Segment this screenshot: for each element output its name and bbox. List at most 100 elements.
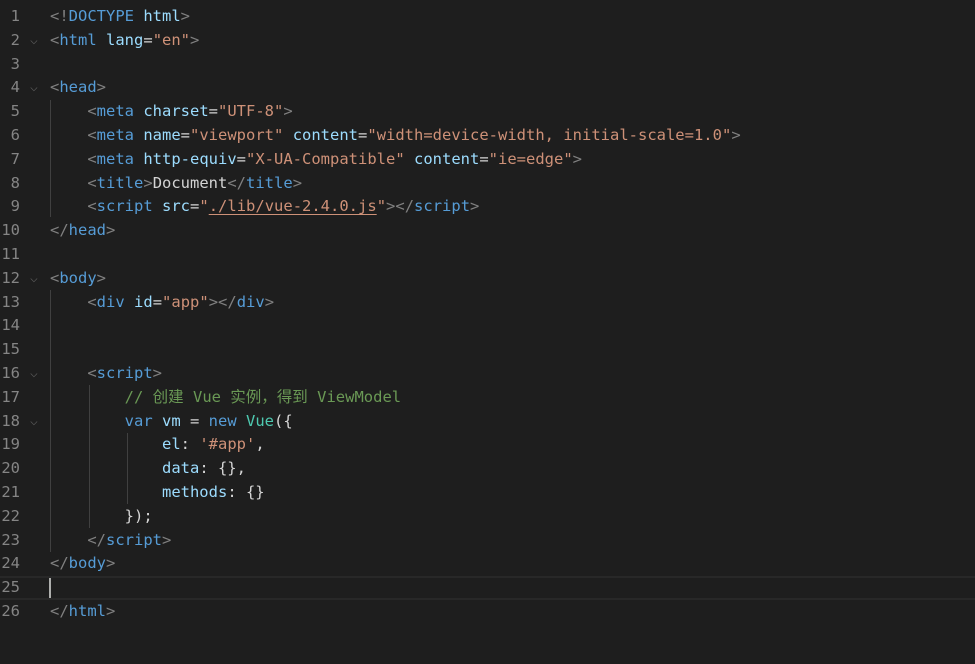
fold-chevron-icon[interactable]: ⌵ — [30, 362, 44, 386]
code-token: }); — [50, 506, 153, 525]
code-token: "width=device-width, initial-scale=1.0" — [367, 126, 732, 144]
code-token: > — [96, 268, 107, 287]
line-number: 4 — [10, 78, 20, 97]
code-token: body — [68, 554, 106, 573]
code-token: " — [376, 197, 387, 216]
code-token: title — [246, 173, 293, 192]
line-number: 14 — [1, 316, 20, 335]
line-number: 23 — [1, 530, 20, 549]
code-token: , — [255, 435, 265, 454]
code-line[interactable]: 7 <meta http-equiv="X-UA-Compatible" con… — [0, 148, 975, 172]
code-line[interactable]: 24 </body> — [0, 552, 975, 576]
code-token: < — [87, 149, 97, 168]
code-token: = — [180, 411, 209, 430]
indent-guide — [50, 290, 51, 552]
code-token: < — [87, 126, 97, 144]
code-token: title — [96, 173, 144, 192]
code-line[interactable]: 6 <meta name="viewport" content="width=d… — [0, 124, 975, 148]
code-line[interactable]: 8 <title>Document</title> — [0, 172, 975, 196]
code-line[interactable]: 16 ⌵ <script> — [0, 362, 975, 386]
code-token: el — [161, 435, 181, 454]
code-text: el: '#app', — [50, 433, 265, 457]
code-token: </ — [87, 530, 106, 549]
code-line[interactable]: 10 </head> — [0, 219, 975, 243]
code-line[interactable]: 26 </html> — [0, 600, 975, 624]
code-token: > — [283, 102, 293, 121]
line-number: 6 — [10, 126, 20, 144]
code-token: id — [134, 292, 153, 311]
code-text: <html lang="en"> — [50, 29, 199, 53]
code-line[interactable]: 4 ⌵ <head> — [0, 76, 975, 100]
code-line[interactable]: 2 ⌵ <html lang="en"> — [0, 29, 975, 53]
code-token: = — [190, 197, 200, 216]
code-line[interactable]: 3 — [0, 53, 975, 77]
code-line[interactable]: 12 ⌵ <body> — [0, 267, 975, 291]
code-line[interactable]: 11 — [0, 243, 975, 267]
code-token: html — [68, 602, 106, 620]
code-line[interactable]: 17 // 创建 Vue 实例，得到 ViewModel — [0, 386, 975, 410]
code-token: http-equiv — [143, 149, 237, 168]
code-text: <body> — [50, 267, 106, 291]
code-text: </head> — [50, 219, 115, 243]
code-text: <script> — [50, 362, 162, 386]
code-line[interactable]: 23 </script> — [0, 529, 975, 553]
code-token: methods — [161, 483, 228, 501]
line-number: 24 — [1, 554, 20, 573]
code-token: div — [236, 292, 265, 311]
code-line[interactable]: 25 — [0, 576, 975, 600]
code-token: : — [180, 435, 200, 454]
code-line[interactable]: 19 el: '#app', — [0, 433, 975, 457]
line-number: 26 — [1, 602, 20, 620]
code-token: = — [358, 126, 368, 144]
code-line[interactable]: 18 ⌵ var vm = new Vue({ — [0, 410, 975, 434]
code-token: <! — [50, 7, 69, 25]
code-line[interactable]: 13 <div id="app"></div> — [0, 291, 975, 315]
code-token: > — [470, 197, 480, 216]
fold-chevron-icon[interactable]: ⌵ — [30, 29, 44, 53]
code-token: script — [414, 197, 471, 216]
line-number: 12 — [1, 268, 20, 287]
code-token: "UTF-8" — [218, 102, 284, 121]
code-line[interactable]: 9 <script src="./lib/vue-2.4.0.js"></scr… — [0, 195, 975, 219]
code-token: DOCTYPE — [68, 7, 134, 25]
code-token: > — [180, 7, 191, 25]
line-number: 7 — [10, 149, 20, 168]
code-token: " — [199, 197, 209, 216]
code-line[interactable]: 21 methods: {} — [0, 481, 975, 505]
code-token: = — [152, 292, 163, 311]
code-text: <!DOCTYPE html> — [50, 5, 190, 29]
line-number: 11 — [1, 245, 20, 263]
code-token: </ — [50, 554, 69, 573]
line-number: 22 — [1, 506, 20, 525]
code-editor[interactable]: 1 <!DOCTYPE html> 2 ⌵ <html lang="en"> 3 4 ⌵ <he… — [0, 0, 975, 664]
code-token: content — [292, 126, 359, 144]
code-line[interactable]: 1 <!DOCTYPE html> — [0, 5, 975, 29]
code-token: src — [162, 197, 191, 216]
code-line[interactable]: 22 }); — [0, 505, 975, 529]
code-line[interactable]: 5 <meta charset="UTF-8"> — [0, 100, 975, 124]
code-line[interactable]: 15 — [0, 338, 975, 362]
code-token: = — [143, 30, 153, 49]
fold-chevron-icon[interactable]: ⌵ — [30, 267, 44, 291]
code-token: html — [143, 7, 181, 25]
code-text: </body> — [50, 552, 115, 576]
code-token: > — [152, 364, 163, 382]
code-token: < — [87, 197, 97, 216]
code-text: </script> — [50, 529, 171, 553]
fold-chevron-icon[interactable]: ⌵ — [30, 76, 44, 100]
code-text: methods: {} — [50, 481, 265, 505]
code-line[interactable]: 20 data: {}, — [0, 457, 975, 481]
code-line[interactable]: 14 — [0, 314, 975, 338]
code-token: > — [731, 126, 741, 144]
fold-chevron-icon[interactable]: ⌵ — [30, 410, 44, 434]
line-number: 25 — [1, 578, 20, 597]
